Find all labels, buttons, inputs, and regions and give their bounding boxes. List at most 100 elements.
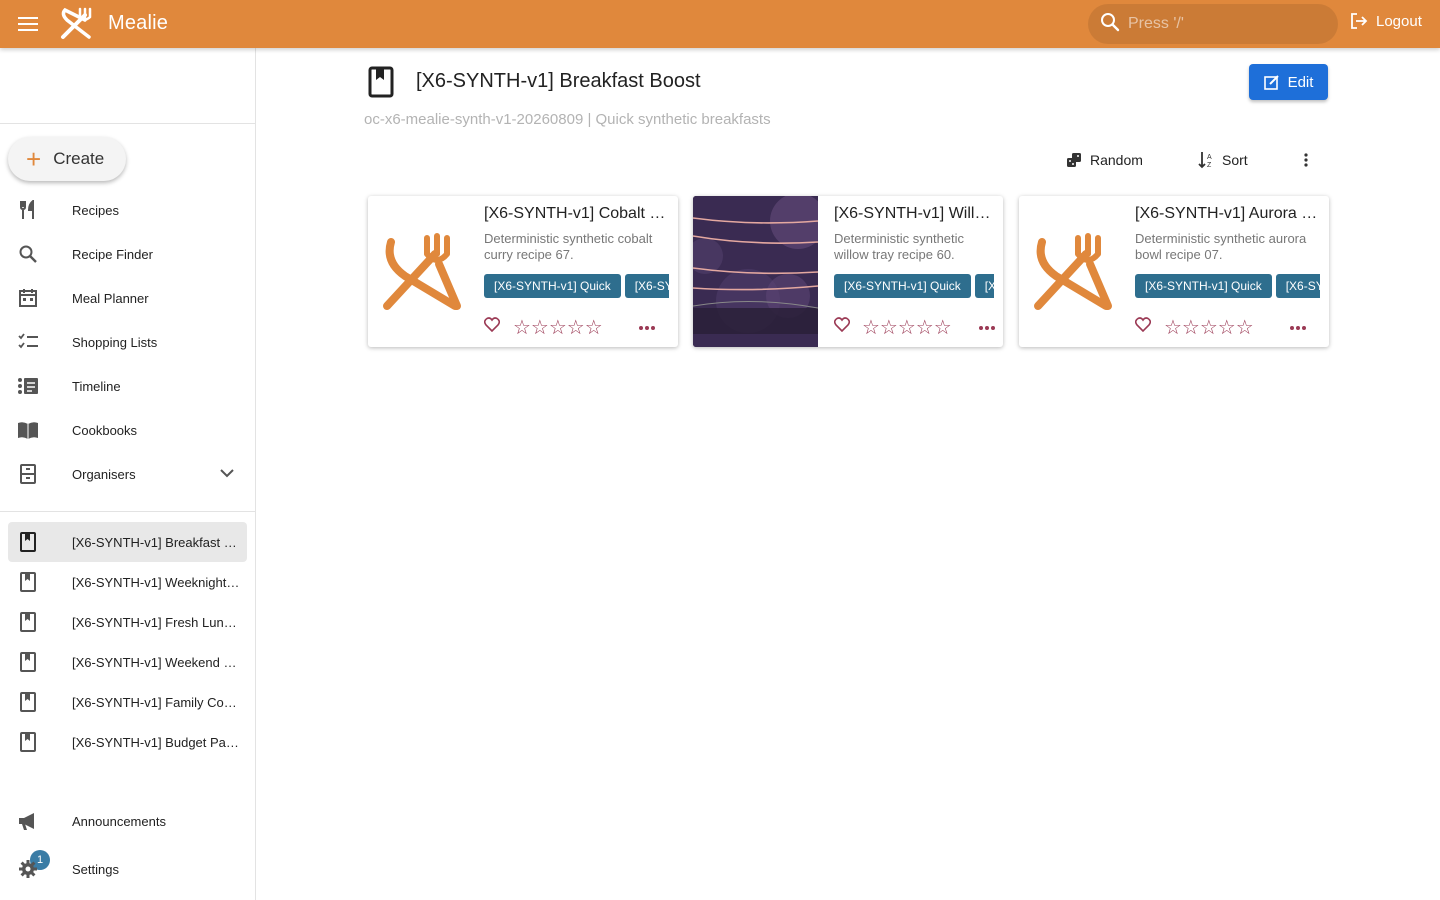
recipe-title[interactable]: [X6-SYNTH-v1] Willow Tray (834, 205, 994, 223)
recipe-tag-chip[interactable]: [X6-SYNTH-v1] Quick (484, 274, 621, 298)
favorite-heart-icon[interactable] (483, 317, 501, 337)
dice-icon (1067, 153, 1081, 167)
page-title: [X6-SYNTH-v1] Breakfast Boost (416, 70, 701, 92)
sidebar-item-cookbooks[interactable]: Cookbooks (0, 408, 255, 452)
dots-horizontal-icon[interactable] (978, 318, 996, 336)
bookmark-book-icon (18, 692, 38, 712)
search-bar[interactable] (1088, 4, 1338, 44)
sidebar-item-settings[interactable]: Settings (0, 847, 255, 891)
megaphone-icon (16, 810, 40, 832)
sidebar-item-label: Recipes (72, 202, 119, 218)
dots-horizontal-icon[interactable] (1289, 318, 1307, 336)
rating-stars[interactable]: ☆☆☆☆☆ (513, 315, 603, 340)
app-bar: Mealie Logout (0, 0, 1440, 48)
cookbook-item-label: [X6-SYNTH-v1] Budget Pantry (72, 734, 242, 750)
recipe-placeholder-icon (1019, 196, 1124, 347)
cookbook-item-label: [X6-SYNTH-v1] Family Comfort (72, 694, 242, 710)
cookbook-item-label: [X6-SYNTH-v1] Breakfast Boost (72, 534, 242, 550)
sidebar-item-recipes[interactable]: Recipes (0, 188, 255, 232)
menu-icon[interactable] (14, 10, 42, 38)
recipe-tag-chip[interactable]: [X6-SYNTH-v1] Breakfast (624, 274, 669, 298)
recipe-tag-chip[interactable]: [X6-SYNTH-v1] Breakfast (1275, 274, 1320, 298)
sidebar-item-label: Shopping Lists (72, 334, 158, 350)
sidebar-cookbook-item[interactable]: [X6-SYNTH-v1] Weekend Bakes (8, 642, 247, 682)
create-label: Create (53, 149, 105, 168)
cookbook-item-label: [X6-SYNTH-v1] Weeknight Dinners (72, 574, 242, 590)
recipe-image (693, 196, 818, 347)
recipe-card[interactable]: [X6-SYNTH-v1] Aurora Bowl Deterministic … (1019, 196, 1329, 347)
recipe-tags: [X6-SYNTH-v1] Quick[X6-SYNTH-v1] Breakfa… (1135, 274, 1320, 300)
more-options-button[interactable] (1302, 150, 1310, 170)
logout-icon (1351, 13, 1368, 29)
rating-stars[interactable]: ☆☆☆☆☆ (862, 315, 952, 340)
create-button[interactable]: + Create (8, 137, 126, 181)
sidebar-cookbook-item[interactable]: [X6-SYNTH-v1] Weeknight Dinners (8, 562, 247, 602)
search-input[interactable] (1128, 15, 1318, 33)
cookbook-item-label: [X6-SYNTH-v1] Weekend Bakes (72, 654, 242, 670)
book-open-icon (16, 419, 40, 441)
calendar-icon (16, 287, 40, 309)
bookmark-book-icon (18, 612, 38, 632)
random-button[interactable]: Random (1066, 150, 1143, 170)
search-icon (16, 243, 40, 265)
recipe-tag-chip[interactable]: [X6-SYNTH-v1] Breakfast (974, 274, 994, 298)
sidebar-item-label: Meal Planner (72, 290, 149, 306)
favorite-heart-icon[interactable] (833, 317, 851, 337)
recipe-tags: [X6-SYNTH-v1] Quick[X6-SYNTH-v1] Breakfa… (484, 274, 669, 300)
sidebar-item-label: Announcements (72, 813, 166, 829)
sidebar-item-label: Settings (72, 861, 119, 877)
timeline-icon (16, 375, 40, 397)
sidebar-item-announcements[interactable]: Announcements (0, 799, 255, 843)
recipe-tag-chip[interactable]: [X6-SYNTH-v1] Quick (834, 274, 971, 298)
sidebar-item-recipe-finder[interactable]: Recipe Finder (0, 232, 255, 276)
bookmark-book-icon (18, 732, 38, 752)
recipe-title[interactable]: [X6-SYNTH-v1] Aurora Bowl (1135, 205, 1320, 223)
sort-button[interactable]: AZ Sort (1198, 150, 1248, 170)
sidebar-item-timeline[interactable]: Timeline (0, 364, 255, 408)
bookmark-book-icon (18, 572, 38, 592)
rating-stars[interactable]: ☆☆☆☆☆ (1164, 315, 1254, 340)
plus-icon: + (26, 144, 42, 174)
sidebar-item-shopping-lists[interactable]: Shopping Lists (0, 320, 255, 364)
sidebar-item-label: Recipe Finder (72, 246, 153, 262)
recipe-card[interactable]: [X6-SYNTH-v1] Willow Tray Deterministic … (693, 196, 1003, 347)
logout-label: Logout (1376, 12, 1422, 30)
dots-vertical-icon (1304, 153, 1308, 167)
recipe-description: Deterministic synthetic cobalt curry rec… (484, 231, 653, 262)
svg-text:Z: Z (1207, 162, 1212, 169)
logout-button[interactable]: Logout (1350, 12, 1422, 30)
sidebar-item-label: Cookbooks (72, 422, 138, 438)
edit-label: Edit (1287, 73, 1314, 91)
app-title[interactable]: Mealie (108, 12, 168, 35)
sidebar-header-space (0, 48, 255, 124)
sidebar-cookbook-item[interactable]: [X6-SYNTH-v1] Fresh Lunches (8, 602, 247, 642)
file-cabinet-icon (16, 463, 40, 485)
search-icon (1100, 12, 1120, 37)
favorite-heart-icon[interactable] (1134, 317, 1152, 337)
chevron-down-icon[interactable] (218, 464, 236, 487)
mealie-logo-icon[interactable] (58, 6, 94, 42)
sidebar-cookbook-item[interactable]: [X6-SYNTH-v1] Family Comfort (8, 682, 247, 722)
fork-knife-icon (16, 199, 40, 221)
sidebar-divider (0, 511, 255, 512)
sidebar-item-label: Timeline (72, 378, 121, 394)
edit-button[interactable]: Edit (1249, 64, 1328, 100)
sidebar-item-label: Organisers (72, 466, 136, 482)
random-label: Random (1090, 152, 1143, 168)
sidebar-cookbook-item[interactable]: [X6-SYNTH-v1] Breakfast Boost (8, 522, 247, 562)
gear-icon (16, 858, 40, 880)
sidebar-item-organisers[interactable]: Organisers (0, 452, 255, 496)
sort-icon: AZ (1198, 152, 1212, 169)
bookmark-book-icon (18, 532, 38, 552)
recipe-placeholder-icon (368, 196, 473, 347)
recipe-title[interactable]: [X6-SYNTH-v1] Cobalt Curry (484, 205, 669, 223)
bookmark-book-icon (368, 66, 394, 98)
sort-label: Sort (1222, 152, 1248, 168)
bookmark-book-icon (18, 652, 38, 672)
sidebar-item-meal-planner[interactable]: Meal Planner (0, 276, 255, 320)
sidebar-cookbook-item[interactable]: [X6-SYNTH-v1] Budget Pantry (8, 722, 247, 762)
sidebar: + Create Recipes Recipe Finder Meal Plan… (0, 48, 256, 900)
recipe-tag-chip[interactable]: [X6-SYNTH-v1] Quick (1135, 274, 1272, 298)
dots-horizontal-icon[interactable] (638, 318, 656, 336)
recipe-card[interactable]: [X6-SYNTH-v1] Cobalt Curry Deterministic… (368, 196, 678, 347)
